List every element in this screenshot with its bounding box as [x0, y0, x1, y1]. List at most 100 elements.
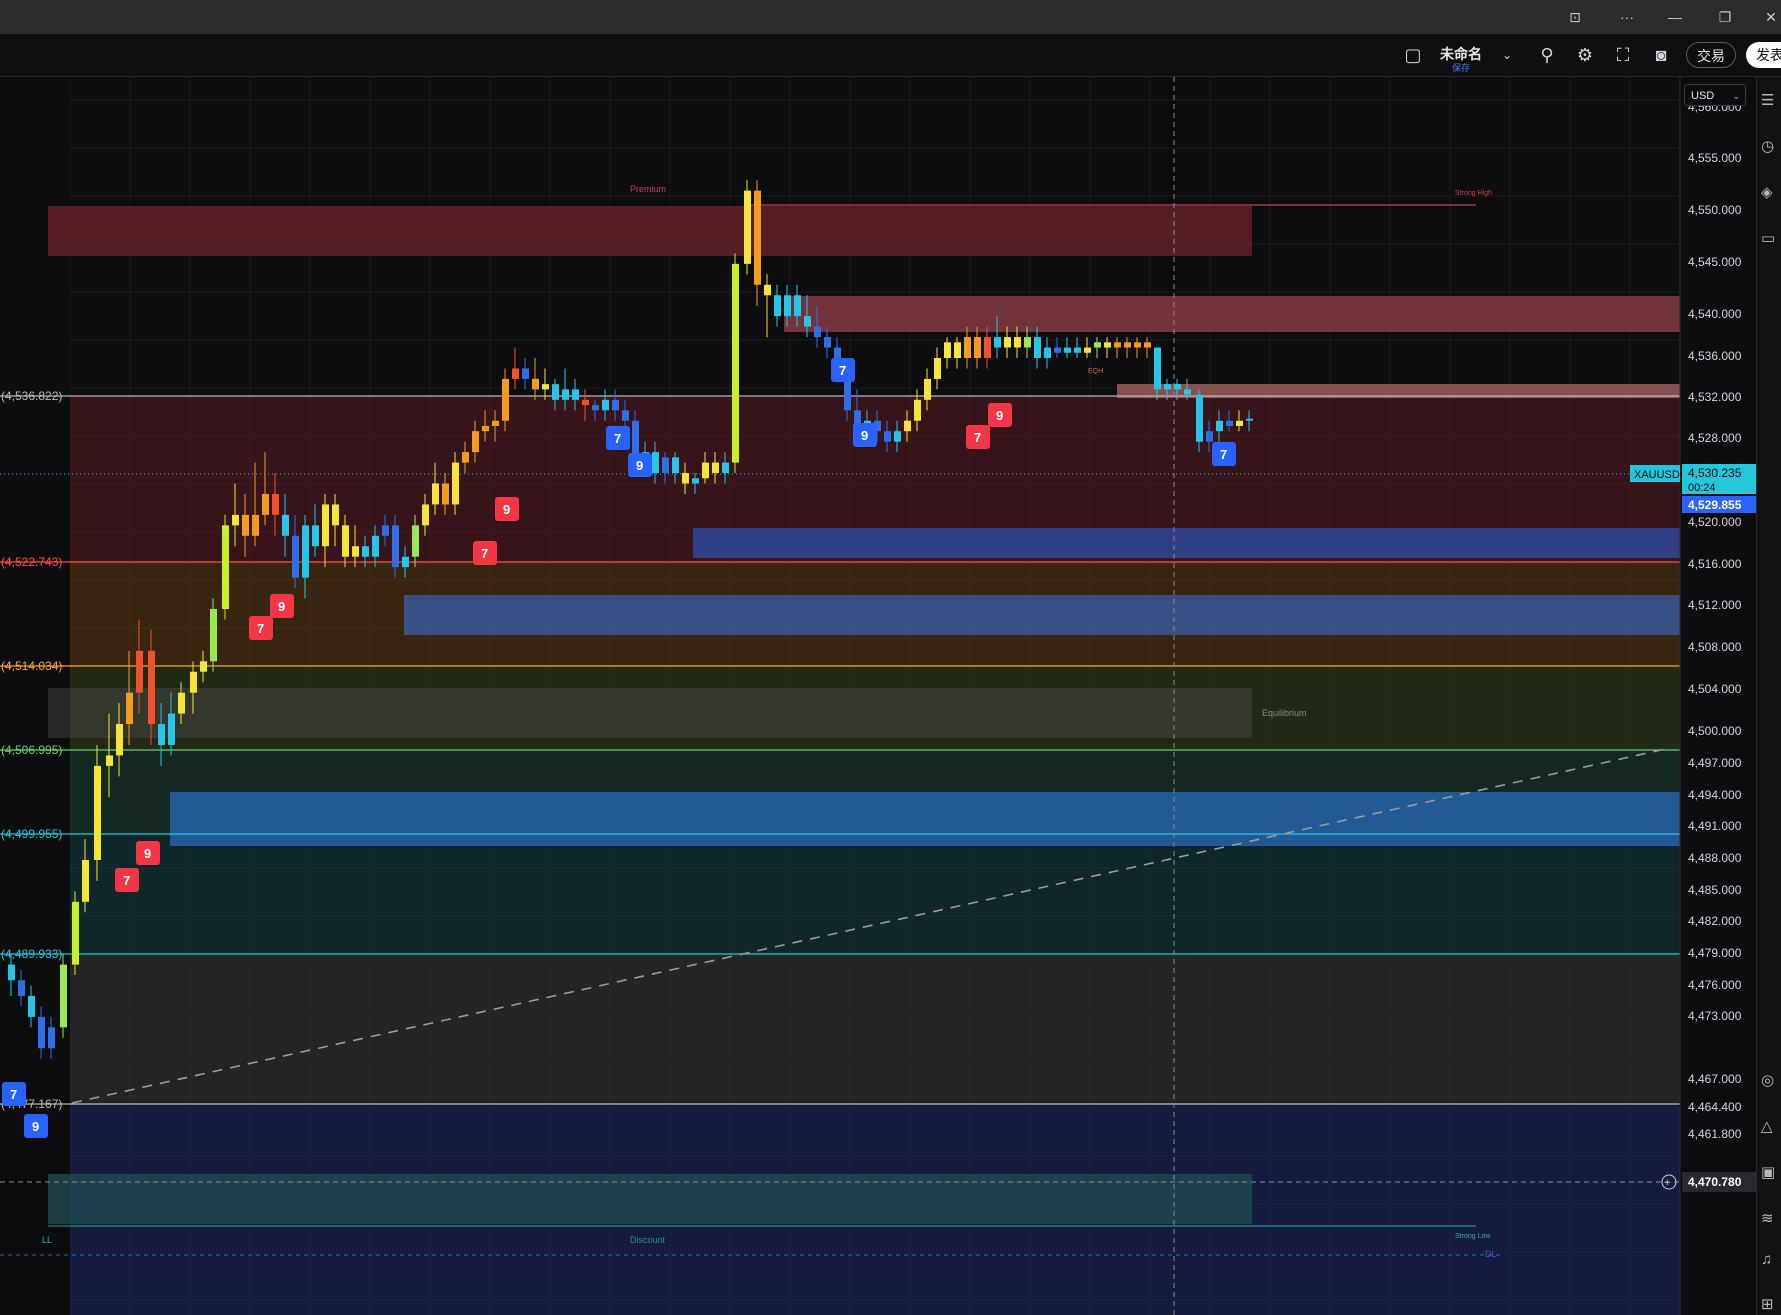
price-chart[interactable]: (4,536.822) (4,522.743) (4,514.034) (4,506.…: [0, 77, 1756, 1315]
candle-body: [732, 263, 739, 463]
level-price-label: (4,514.034): [1, 659, 62, 673]
level-price-label: (4,522.743): [1, 555, 62, 569]
price-tick: 4,476.000: [1688, 978, 1742, 992]
layout-box-icon[interactable]: ▢: [1400, 42, 1426, 68]
signal-marker-label: 7: [123, 873, 130, 888]
premium-zone-box: [48, 206, 1252, 256]
candle-body: [116, 724, 123, 756]
target-icon[interactable]: ◎: [1761, 1071, 1781, 1091]
candle-body: [342, 525, 349, 557]
candle-body: [602, 399, 609, 411]
alerts-clock-icon[interactable]: ◷: [1761, 137, 1781, 157]
candle-body: [322, 504, 329, 547]
candle-body: [158, 724, 165, 745]
candle-body: [402, 556, 409, 568]
candle-body: [82, 859, 89, 902]
candle-body: [1044, 347, 1051, 358]
layers-icon[interactable]: ◈: [1761, 183, 1781, 203]
apps-icon[interactable]: ⊞: [1761, 1295, 1781, 1315]
currency-value: USD: [1691, 90, 1715, 102]
calendar-icon[interactable]: ▣: [1761, 1163, 1781, 1183]
dl-label: DL: [1485, 1249, 1497, 1259]
restore-button[interactable]: ❐: [1702, 0, 1748, 34]
price-tick: 4,545.000: [1688, 255, 1742, 269]
candle-body: [622, 410, 629, 421]
price-tick: 4,494.000: [1688, 788, 1742, 802]
ll-label: LL: [42, 1235, 52, 1245]
chat-icon[interactable]: ▭: [1761, 229, 1781, 249]
close-button[interactable]: ✕: [1748, 0, 1781, 34]
display-icon[interactable]: ⊡: [1552, 0, 1598, 34]
minimize-button[interactable]: —: [1652, 0, 1698, 34]
candle-body: [94, 765, 101, 860]
camera-icon[interactable]: ◙: [1648, 42, 1674, 68]
level-price-label: (4,499.955): [1, 827, 62, 841]
signal-marker-label: 9: [503, 502, 510, 517]
eqh-label: EQH: [1088, 368, 1103, 375]
candle-body: [362, 546, 369, 557]
candle-body: [148, 650, 155, 725]
price-tick: 4,536.000: [1688, 349, 1742, 363]
candle-body: [512, 368, 519, 379]
candle-body: [452, 462, 459, 505]
price-tick: 4,482.000: [1688, 914, 1742, 928]
candle-body: [472, 431, 479, 453]
bell-icon[interactable]: ♫: [1761, 1251, 1781, 1271]
price-tick: 4,497.000: [1688, 756, 1742, 770]
candle-body: [904, 420, 911, 432]
chevron-down-icon[interactable]: ⌄: [1494, 42, 1520, 68]
triangle-icon[interactable]: △: [1761, 1117, 1781, 1137]
signal-marker-label: 9: [636, 458, 643, 473]
publish-button[interactable]: 发表: [1746, 42, 1781, 68]
watchlist-icon[interactable]: ☰: [1761, 91, 1781, 111]
strong-high-label: Strong High: [1455, 190, 1492, 197]
signal-marker-label: 9: [32, 1119, 39, 1134]
candle-body: [48, 1027, 55, 1049]
strong-low-label: Strong Low: [1455, 1233, 1491, 1240]
candle-body: [1094, 342, 1101, 348]
symbol-tag: XAUUSD: [1634, 469, 1680, 481]
countdown-tag: 00:24: [1688, 482, 1716, 494]
candle-body: [784, 295, 791, 317]
add-alert-icon[interactable]: +: [1664, 1177, 1670, 1189]
chevron-down-icon: ⌄: [1732, 91, 1740, 101]
fullscreen-icon[interactable]: ⛶: [1610, 42, 1636, 68]
candle-body: [984, 337, 991, 358]
candle-body: [272, 493, 279, 515]
more-icon[interactable]: ···: [1604, 0, 1650, 34]
candle-body: [106, 755, 113, 766]
price-tick: 4,479.000: [1688, 946, 1742, 960]
candle-body: [934, 357, 941, 379]
price-tick: 4,488.000: [1688, 851, 1742, 865]
price-tick: 4,550.000: [1688, 203, 1742, 217]
candle-body: [542, 384, 549, 390]
candle-body: [1236, 420, 1243, 426]
level-price-label: (4,489.933): [1, 947, 62, 961]
signal-marker-label: 9: [996, 408, 1003, 423]
candle-body: [502, 378, 509, 421]
trade-button[interactable]: 交易: [1686, 42, 1736, 68]
price-tick: 4,464.400: [1688, 1100, 1742, 1114]
right-sidebar: ☰ ◷ ◈ ▭ ◎ △ ▣ ≋ ♫ ⊞: [1756, 77, 1781, 1315]
candle-body: [136, 650, 143, 693]
price-tick: 4,520.000: [1688, 515, 1742, 529]
signal-icon[interactable]: ≋: [1761, 1209, 1781, 1229]
candle-body: [754, 190, 761, 285]
signal-marker-label: 9: [861, 428, 868, 443]
price-tick: 4,504.000: [1688, 682, 1742, 696]
signal-marker-label: 7: [481, 546, 488, 561]
current-price-tag: 4,530.235: [1688, 466, 1742, 480]
signal-marker-label: 7: [614, 431, 621, 446]
signal-marker-label: 7: [839, 363, 846, 378]
candle-body: [8, 964, 15, 981]
candle-body: [954, 342, 961, 358]
candle-body: [712, 462, 719, 474]
candle-body: [1124, 342, 1131, 348]
currency-select[interactable]: USD ⌄: [1684, 84, 1746, 106]
signal-marker-label: 7: [10, 1087, 17, 1102]
settings-gear-icon[interactable]: ⚙: [1572, 42, 1598, 68]
candle-body: [814, 326, 821, 338]
candle-body: [744, 190, 751, 264]
candle-body: [482, 425, 489, 432]
quick-search-icon[interactable]: ⚲: [1534, 42, 1560, 68]
